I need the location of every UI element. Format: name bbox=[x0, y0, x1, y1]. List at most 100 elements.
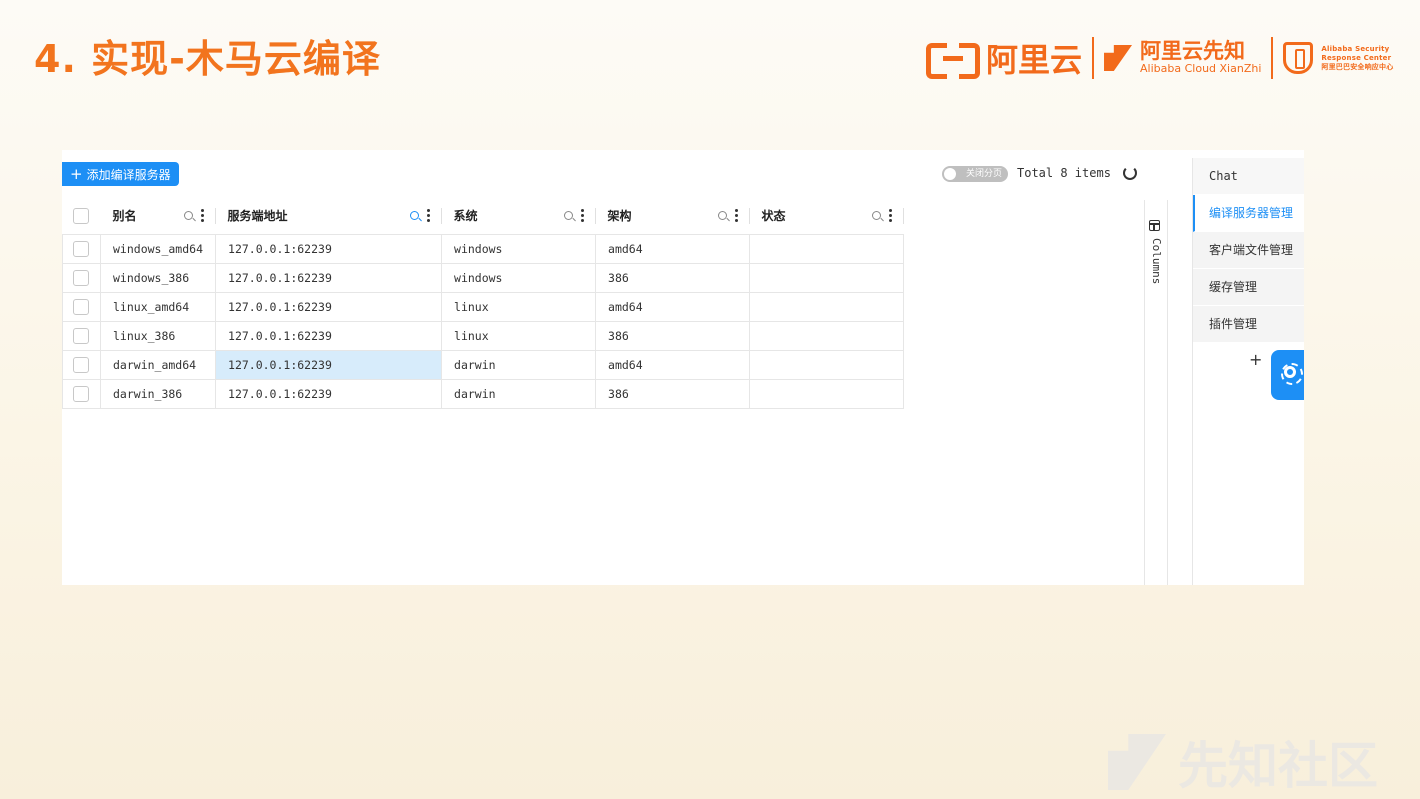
cell-os[interactable]: darwin bbox=[441, 349, 597, 380]
columns-icon bbox=[1149, 220, 1160, 231]
cell-address[interactable]: 127.0.0.1:62239 bbox=[215, 378, 443, 409]
column-header-address[interactable]: 服务端地址 bbox=[215, 198, 442, 235]
xianzhi-logo: 阿里云先知 Alibaba Cloud XianZhi bbox=[1104, 40, 1261, 76]
cell-os[interactable]: windows bbox=[441, 233, 597, 264]
row-select-cell bbox=[62, 291, 101, 322]
table-row[interactable]: windows_386 127.0.0.1:62239 windows 386 bbox=[62, 262, 905, 293]
row-checkbox[interactable] bbox=[73, 298, 89, 315]
column-header-alias[interactable]: 别名 bbox=[100, 198, 216, 235]
asrc-logo: Alibaba Security Response Center 阿里巴巴安全响… bbox=[1283, 42, 1393, 74]
cell-status[interactable] bbox=[749, 262, 905, 293]
more-vertical-icon[interactable] bbox=[580, 209, 584, 223]
cell-arch[interactable]: 386 bbox=[595, 262, 751, 293]
table-header-row: 别名 服务端地址 系统 架构 状态 bbox=[62, 198, 904, 235]
watermark-text: 先知社区 bbox=[1178, 737, 1378, 795]
row-checkbox[interactable] bbox=[73, 327, 89, 344]
sidebar-item-chat[interactable]: Chat bbox=[1193, 158, 1304, 195]
cell-status[interactable] bbox=[749, 233, 905, 264]
cell-address[interactable]: 127.0.0.1:62239 bbox=[215, 262, 443, 293]
toggle-knob bbox=[944, 168, 956, 180]
logo-bar: 阿里云 阿里云先知 Alibaba Cloud XianZhi Alibaba … bbox=[926, 34, 1393, 82]
more-vertical-icon[interactable] bbox=[888, 209, 892, 223]
watermark: 先知社区 bbox=[1108, 726, 1378, 798]
add-tab-button[interactable]: + bbox=[1249, 350, 1262, 369]
cell-os[interactable]: darwin bbox=[441, 378, 597, 409]
aliyun-mark-icon bbox=[926, 43, 980, 79]
search-icon[interactable] bbox=[409, 211, 419, 221]
cell-address[interactable]: 127.0.0.1:62239 bbox=[215, 291, 443, 322]
xianzhi-mark-icon bbox=[1104, 45, 1133, 71]
table-row[interactable]: darwin_386 127.0.0.1:62239 darwin 386 bbox=[62, 378, 905, 409]
cell-arch[interactable]: 386 bbox=[595, 378, 751, 409]
cell-address-selected[interactable]: 127.0.0.1:62239 bbox=[215, 349, 443, 380]
cell-status[interactable] bbox=[749, 291, 905, 322]
xianzhi-logo-cn: 阿里云先知 bbox=[1140, 39, 1246, 63]
plus-icon: + bbox=[70, 165, 83, 183]
cell-arch[interactable]: amd64 bbox=[595, 291, 751, 322]
right-sidebar: Chat 编译服务器管理 客户端文件管理 缓存管理 插件管理 + bbox=[1192, 158, 1304, 585]
cell-alias[interactable]: linux_386 bbox=[99, 320, 217, 351]
row-checkbox[interactable] bbox=[73, 356, 89, 373]
pagination-toggle[interactable]: 关闭分页 bbox=[942, 166, 1008, 182]
cell-alias[interactable]: darwin_amd64 bbox=[99, 349, 217, 380]
toolbar: + 添加编译服务器 关闭分页 Total 8 items bbox=[62, 150, 1192, 198]
search-icon[interactable] bbox=[563, 211, 573, 221]
select-all-checkbox[interactable] bbox=[72, 207, 89, 224]
pagination-toggle-label: 关闭分页 bbox=[965, 169, 1002, 179]
search-icon[interactable] bbox=[717, 211, 727, 221]
cell-alias[interactable]: windows_amd64 bbox=[99, 233, 217, 264]
slide-title: 4. 实现-木马云编译 bbox=[34, 37, 381, 81]
xianzhi-logo-en: Alibaba Cloud XianZhi bbox=[1140, 62, 1262, 75]
row-select-cell bbox=[62, 378, 101, 409]
cell-arch[interactable]: amd64 bbox=[595, 349, 751, 380]
more-vertical-icon[interactable] bbox=[426, 209, 430, 223]
gear-icon bbox=[1281, 363, 1303, 385]
cell-status[interactable] bbox=[749, 378, 905, 409]
asrc-line3: 阿里巴巴安全响应中心 bbox=[1321, 62, 1394, 71]
search-icon[interactable] bbox=[183, 211, 193, 221]
column-header-os[interactable]: 系统 bbox=[441, 198, 596, 235]
row-checkbox[interactable] bbox=[73, 269, 89, 286]
cell-alias[interactable]: linux_amd64 bbox=[99, 291, 217, 322]
columns-panel-tab[interactable]: Columns bbox=[1144, 200, 1168, 585]
add-server-button[interactable]: + 添加编译服务器 bbox=[62, 162, 179, 186]
cell-arch[interactable]: 386 bbox=[595, 320, 751, 351]
cell-status[interactable] bbox=[749, 349, 905, 380]
cell-address[interactable]: 127.0.0.1:62239 bbox=[215, 233, 443, 264]
table-row[interactable]: windows_amd64 127.0.0.1:62239 windows am… bbox=[62, 233, 905, 264]
cell-os[interactable]: linux bbox=[441, 320, 597, 351]
settings-button[interactable] bbox=[1271, 350, 1304, 400]
table-row[interactable]: darwin_amd64 127.0.0.1:62239 darwin amd6… bbox=[62, 349, 905, 380]
cell-address[interactable]: 127.0.0.1:62239 bbox=[215, 320, 443, 351]
refresh-icon[interactable] bbox=[1123, 166, 1137, 180]
cell-status[interactable] bbox=[749, 320, 905, 351]
sidebar-item-client-files[interactable]: 客户端文件管理 bbox=[1193, 232, 1304, 269]
column-header-status[interactable]: 状态 bbox=[749, 198, 904, 235]
add-server-label: 添加编译服务器 bbox=[86, 168, 171, 182]
column-header-label: 状态 bbox=[761, 209, 786, 224]
search-icon[interactable] bbox=[871, 211, 881, 221]
sidebar-item-cache[interactable]: 缓存管理 bbox=[1193, 269, 1304, 306]
xianzhi-watermark-icon bbox=[1108, 734, 1166, 790]
column-header-arch[interactable]: 架构 bbox=[595, 198, 750, 235]
table-row[interactable]: linux_386 127.0.0.1:62239 linux 386 bbox=[62, 320, 905, 351]
server-table: 别名 服务端地址 系统 架构 状态 windows_amd64 127.0.0.… bbox=[62, 198, 905, 409]
table-row[interactable]: linux_amd64 127.0.0.1:62239 linux amd64 bbox=[62, 291, 905, 322]
total-count: Total 8 items bbox=[1017, 166, 1111, 180]
column-header-label: 系统 bbox=[453, 209, 478, 224]
sidebar-item-plugins[interactable]: 插件管理 bbox=[1193, 306, 1304, 343]
select-all-cell bbox=[62, 198, 101, 235]
cell-alias[interactable]: darwin_386 bbox=[99, 378, 217, 409]
asrc-line1: Alibaba Security bbox=[1321, 44, 1390, 53]
more-vertical-icon[interactable] bbox=[734, 209, 738, 223]
row-checkbox[interactable] bbox=[73, 240, 89, 257]
sidebar-item-build-servers[interactable]: 编译服务器管理 bbox=[1193, 195, 1304, 232]
cell-alias[interactable]: windows_386 bbox=[99, 262, 217, 293]
cell-arch[interactable]: amd64 bbox=[595, 233, 751, 264]
row-checkbox[interactable] bbox=[73, 385, 89, 402]
cell-os[interactable]: linux bbox=[441, 291, 597, 322]
more-vertical-icon[interactable] bbox=[200, 209, 204, 223]
cell-os[interactable]: windows bbox=[441, 262, 597, 293]
aliyun-logo-text: 阿里云 bbox=[986, 41, 1083, 79]
app-screenshot: + 添加编译服务器 关闭分页 Total 8 items 别名 服务端地址 系统 … bbox=[62, 150, 1304, 585]
